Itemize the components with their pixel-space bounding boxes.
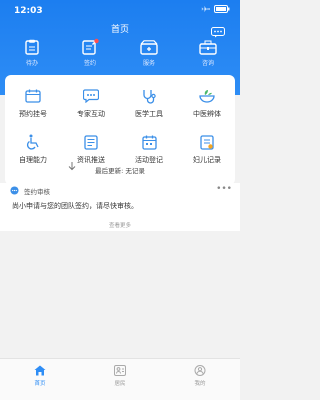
grid-item-label: 医学工具 (135, 110, 163, 118)
calendar-icon (141, 135, 157, 150)
top-action-service[interactable]: 服务 (127, 38, 171, 67)
home-icon (34, 365, 46, 376)
more-options-icon[interactable]: ••• (216, 184, 232, 194)
top-action-todo[interactable]: 待办 (10, 38, 54, 67)
grid-item-label: 活动登记 (135, 156, 163, 164)
tab-label: 我的 (194, 381, 206, 387)
residents-icon (114, 365, 126, 376)
grid-item-label: 中医辨体 (193, 110, 221, 118)
clipboard-icon (25, 39, 39, 55)
last-updated-value: 无记录 (125, 167, 145, 175)
grid-item-label: 专家互动 (77, 110, 105, 118)
news-icon (84, 134, 98, 150)
grid-item-medical-tools[interactable]: 医学工具 (121, 87, 177, 119)
notification-text: 尚小申请与您的团队签约，请尽快审核。 (12, 202, 138, 210)
page-title: 首页 (110, 25, 129, 35)
top-action-label: 签约 (83, 60, 96, 67)
grid-item-label: 预约挂号 (19, 110, 47, 118)
status-bar: 12:03 (0, 0, 240, 20)
stethoscope-icon (143, 89, 156, 104)
top-actions: 待办 签约 服务 咨询 (0, 38, 240, 68)
last-updated-label: 最后更新: (95, 167, 124, 175)
bottom-tab-bar: 首页 居民 我的 (0, 358, 240, 400)
grid-item-maternal-child-record[interactable]: 妇儿记录 (179, 133, 235, 165)
battery-icon (214, 5, 230, 13)
grid-item-tcm-constitution[interactable]: 中医辨体 (179, 87, 235, 119)
grid-item-label: 自理能力 (19, 156, 47, 164)
tab-home[interactable]: 首页 (20, 365, 60, 387)
tab-residents[interactable]: 居民 (100, 365, 140, 387)
grid-item-label: 资讯推送 (77, 156, 105, 164)
grid-item-self-care[interactable]: 自理能力 (5, 133, 61, 165)
view-more-link[interactable]: 查看更多 (0, 221, 240, 229)
last-updated: 最后更新: 无记录 (0, 165, 240, 177)
chat-bubble-icon (83, 89, 99, 103)
tab-profile[interactable]: 我的 (180, 365, 220, 387)
top-action-label: 咨询 (201, 60, 214, 67)
grid-item-appointment[interactable]: 预约挂号 (5, 87, 61, 119)
appointment-icon (25, 89, 41, 103)
grid-item-activity-register[interactable]: 活动登记 (121, 133, 177, 165)
top-action-label: 待办 (25, 60, 38, 67)
notification-bubble-icon (10, 186, 19, 195)
grid-item-label: 妇儿记录 (193, 156, 221, 164)
tab-label: 居民 (114, 381, 126, 387)
record-icon (200, 134, 214, 150)
top-action-label: 服务 (142, 60, 155, 67)
airplane-icon (201, 5, 210, 13)
sign-pen-icon (82, 38, 99, 55)
profile-icon (194, 365, 206, 376)
top-action-sign[interactable]: 签约 (68, 38, 112, 67)
service-box-icon (140, 40, 158, 55)
wheelchair-icon (26, 134, 39, 150)
status-time: 12:03 (14, 6, 43, 16)
herb-bowl-icon (199, 90, 215, 103)
notification-title: 签约审核 (24, 188, 50, 196)
top-action-consult[interactable]: 咨询 (186, 38, 230, 67)
grid-item-expert-chat[interactable]: 专家互动 (63, 87, 119, 119)
consult-briefcase-icon (199, 40, 217, 55)
tab-label: 首页 (34, 381, 46, 387)
